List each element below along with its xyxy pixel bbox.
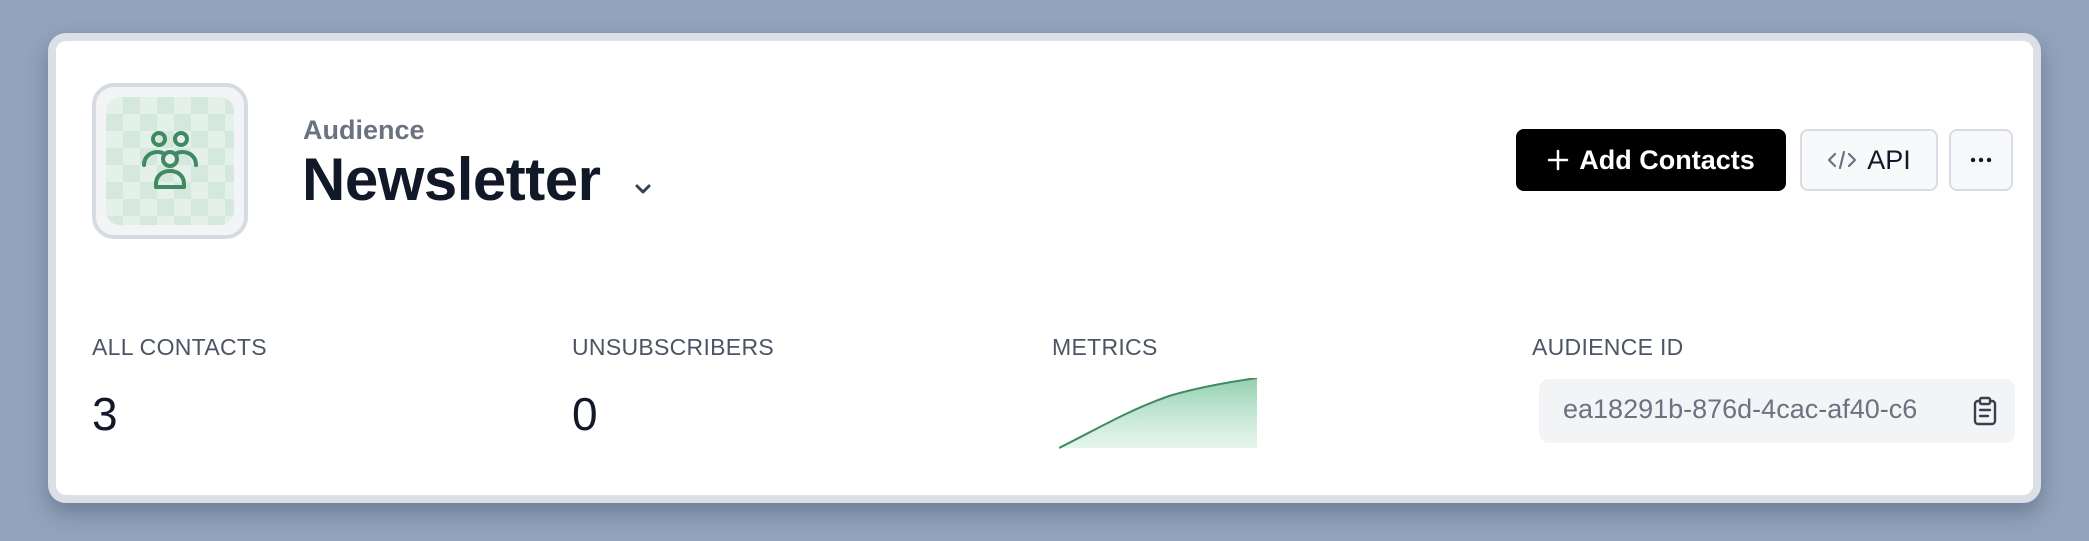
plus-icon [1548,149,1569,171]
chevron-down-icon [635,184,651,194]
clipboard-icon [1973,396,1997,426]
users-group-icon [142,131,198,189]
api-label: API [1867,144,1911,175]
unsubscribers-label: UNSUBSCRIBERS [572,334,774,360]
api-button[interactable]: API [1800,129,1938,191]
more-horizontal-icon [1970,157,1992,163]
add-contacts-label: Add Contacts [1579,144,1755,175]
add-contacts-button[interactable]: Add Contacts [1516,129,1786,191]
audience-logo [92,83,248,239]
audience-switcher-button[interactable] [623,169,663,209]
page-subtitle: Audience [303,115,425,145]
audience-card: Audience Newsletter Add Contacts API ALL… [48,33,2041,503]
code-icon [1828,150,1857,170]
copy-audience-id-button[interactable] [1955,379,2015,443]
unsubscribers-value: 0 [572,388,598,440]
all-contacts-value: 3 [92,388,118,440]
metrics-label: METRICS [1052,334,1158,360]
audience-id-field[interactable]: ea18291b-876d-4cac-af40-c6 [1539,379,2015,443]
more-options-button[interactable] [1949,129,2013,191]
metrics-sparkline [1059,378,1258,449]
all-contacts-label: ALL CONTACTS [92,334,267,360]
audience-id-value: ea18291b-876d-4cac-af40-c6 [1563,394,1918,424]
audience-id-label: AUDIENCE ID [1532,334,1684,360]
page-title: Newsletter [302,146,601,213]
